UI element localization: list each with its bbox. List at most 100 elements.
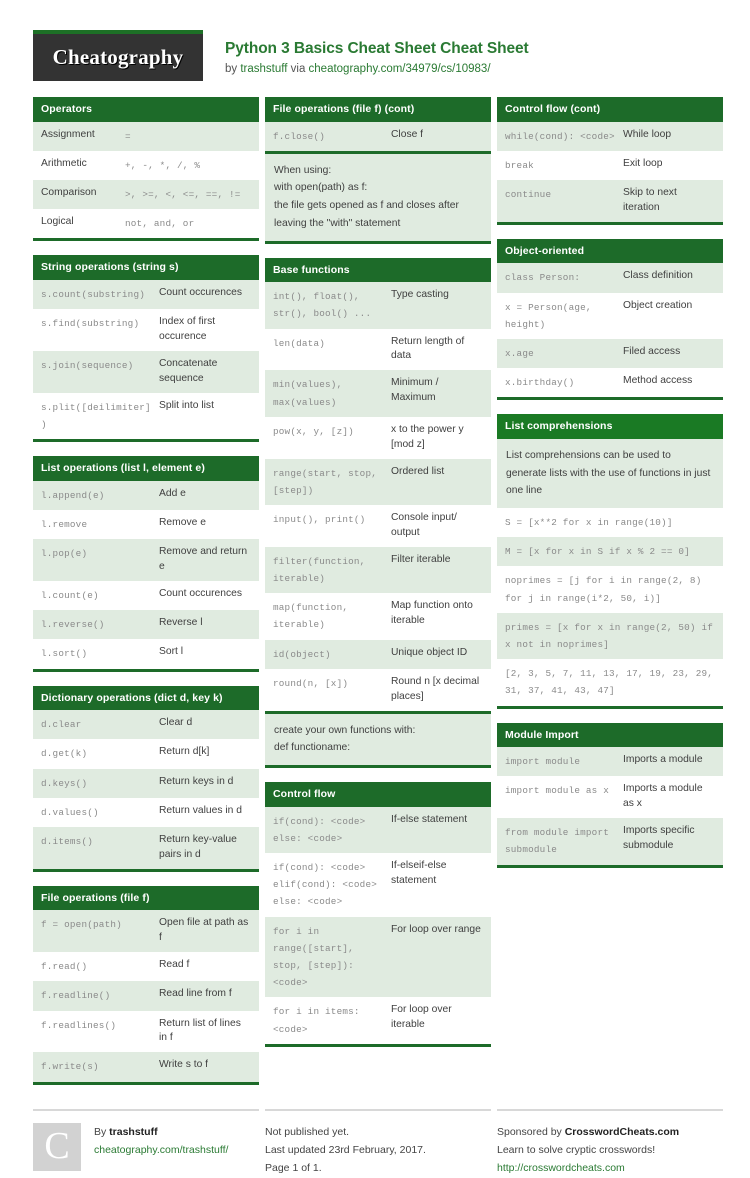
row-description: Method access [623, 375, 693, 387]
source-url-link[interactable]: cheatography.com/34979/cs/10983/ [309, 63, 491, 75]
row-description: For loop over range [391, 923, 481, 935]
table-row: f.readlines() Return list of lines in f [33, 1010, 259, 1053]
author-link[interactable]: trashstuff [240, 63, 287, 75]
column-1: Operators Assignment = Arithmetic +, -, *, /… [33, 97, 259, 1099]
row-code: x.birthday() [505, 377, 575, 389]
section-title: String operations (string s) [33, 255, 259, 280]
table-row: d.items() Return key-value pairs in d [33, 826, 259, 869]
row-description: Imports specific submodule [623, 825, 695, 852]
row-description: Remove and return e [159, 546, 248, 573]
table-row: s.count(substring) Count occurences [33, 279, 259, 310]
table-row: id(object) Unique object ID [265, 639, 491, 669]
row-description: Clear d [159, 717, 193, 729]
row-description: Add e [159, 487, 186, 499]
row-code: f.read() [41, 961, 88, 973]
row-description: Unique object ID [391, 646, 468, 658]
section-body: import module Imports a module import modu… [497, 747, 723, 868]
section-block: List comprehensions List comprehensions c… [497, 414, 723, 709]
row-code: for i in items: <code> [273, 1006, 360, 1035]
section-body: d.clear Clear d d.get(k) Return d[k] d.keys(… [33, 710, 259, 872]
section-block: Base functions int(), float(), str(), boo… [265, 257, 491, 769]
row-description: Class definition [623, 270, 693, 282]
byline-prefix: by [225, 63, 241, 76]
section-block: Module Import import module Imports a modu… [497, 722, 723, 868]
row-label: Assignment [41, 128, 95, 140]
section-body: class Person: Class definition x = Person(… [497, 263, 723, 401]
section-body: List comprehensions can be used to gener… [497, 438, 723, 709]
table-row: range(start, stop, [step]) Ordered list [265, 458, 491, 505]
row-code: s.join(sequence) [41, 359, 134, 371]
sponsor-url-link[interactable]: http://crosswordcheats.com [497, 1159, 679, 1177]
section-body: int(), float(), str(), bool() ... Type ca… [265, 282, 491, 769]
row-description: Remove e [159, 516, 206, 528]
table-row: int(), float(), str(), bool() ... Type ca… [265, 282, 491, 329]
row-code: map(function, iterable) [273, 602, 349, 631]
row-code: f = open(path) [41, 919, 122, 931]
section-title: Control flow (cont) [497, 97, 723, 122]
row-description: Read f [159, 959, 190, 971]
section-body: l.append(e) Add e l.remove Remove e l.pop(e)… [33, 480, 259, 672]
row-description: Map function onto iterable [391, 600, 473, 627]
row-description: Return keys in d [159, 775, 234, 787]
section-block: String operations (string s) s.count(subs… [33, 255, 259, 443]
section-block: File operations (file f) f = open(path) Op… [33, 885, 259, 1085]
table-row: d.get(k) Return d[k] [33, 739, 259, 769]
row-description: Count occurences [159, 588, 242, 599]
code-line: S = [x**2 for x in range(10)] [497, 508, 723, 538]
row-code: s.count(substring) [41, 288, 146, 300]
row-code: min(values), max(values) [273, 379, 343, 408]
row-description: x to the power y [mod z] [391, 423, 464, 450]
row-description: Return key-value pairs in d [159, 833, 237, 860]
byline-mid: via [287, 63, 309, 76]
row-code: f.readline() [41, 990, 111, 1002]
row-code: round(n, [x]) [273, 677, 349, 689]
section-body: while(cond): <code> While loop break Exit l… [497, 121, 723, 225]
row-code: f.readlines() [41, 1019, 117, 1031]
section-title: Object-oriented [497, 238, 723, 264]
table-row: continue Skip to next iteration [497, 179, 723, 222]
row-description: Return length of data [391, 335, 465, 362]
row-code: break [505, 159, 534, 171]
row-code: d.clear [41, 719, 82, 731]
author-profile-link[interactable]: cheatography.com/trashstuff/ [94, 1141, 228, 1159]
row-description: Ordered list [391, 465, 445, 477]
table-row: d.clear Clear d [33, 710, 259, 740]
row-value: >, >=, <, <=, ==, != [125, 188, 241, 200]
row-code: int(), float(), str(), bool() ... [273, 291, 372, 320]
footer-publish-info: Not published yet. Last updated 23rd Feb… [265, 1108, 491, 1178]
cheatography-logo[interactable]: Cheatography [33, 30, 203, 81]
cheat-sheet-page: Cheatography Python 3 Basics Cheat Sheet… [0, 0, 750, 1174]
section-block: List operations (list l, element e) l.app… [33, 456, 259, 672]
row-label: Arithmetic [41, 157, 87, 169]
row-description: Split into list [159, 399, 214, 411]
publish-status: Not published yet. [265, 1125, 350, 1138]
row-code: l.sort() [41, 648, 88, 660]
row-description: Type casting [391, 289, 449, 301]
row-code: d.keys() [41, 777, 88, 789]
row-code: s.find(substring) [41, 318, 140, 330]
row-description: If-elseif-else statement [391, 860, 447, 886]
table-row: Assignment = [33, 121, 259, 151]
row-description: Minimum / Maximum [391, 377, 439, 404]
table-row: x = Person(age, height) Object creation [497, 292, 723, 339]
row-description: Filed access [623, 345, 681, 357]
table-row: l.count(e) Count occurences [33, 581, 259, 611]
footer-author: C By trashstuff cheatography.com/trashst… [33, 1108, 259, 1178]
section-title: Base functions [265, 257, 491, 283]
table-row: input(), print() Console input/ output [265, 505, 491, 547]
table-row: class Person: Class definition [497, 263, 723, 293]
row-code: if(cond): <code> else: <code> [273, 815, 366, 844]
sponsor-line: Sponsored by CrosswordCheats.com [497, 1123, 679, 1141]
section-block: Object-oriented class Person: Class defini… [497, 238, 723, 401]
footer-sponsor: Sponsored by CrosswordCheats.com Learn t… [497, 1108, 723, 1178]
row-code: class Person: [505, 272, 581, 284]
row-code: l.remove [41, 518, 88, 530]
row-description: Skip to next iteration [623, 186, 677, 213]
row-description: Index of first occurence [159, 316, 216, 343]
table-row: pow(x, y, [z]) x to the power y [mod z] [265, 416, 491, 459]
table-row: for i in range([start], stop, [step]): <… [265, 916, 491, 998]
section-title: Module Import [497, 722, 723, 748]
section-body: s.count(substring) Count occurences s.find… [33, 279, 259, 443]
row-code: from module import submodule [505, 827, 610, 856]
row-code: pow(x, y, [z]) [273, 425, 354, 437]
